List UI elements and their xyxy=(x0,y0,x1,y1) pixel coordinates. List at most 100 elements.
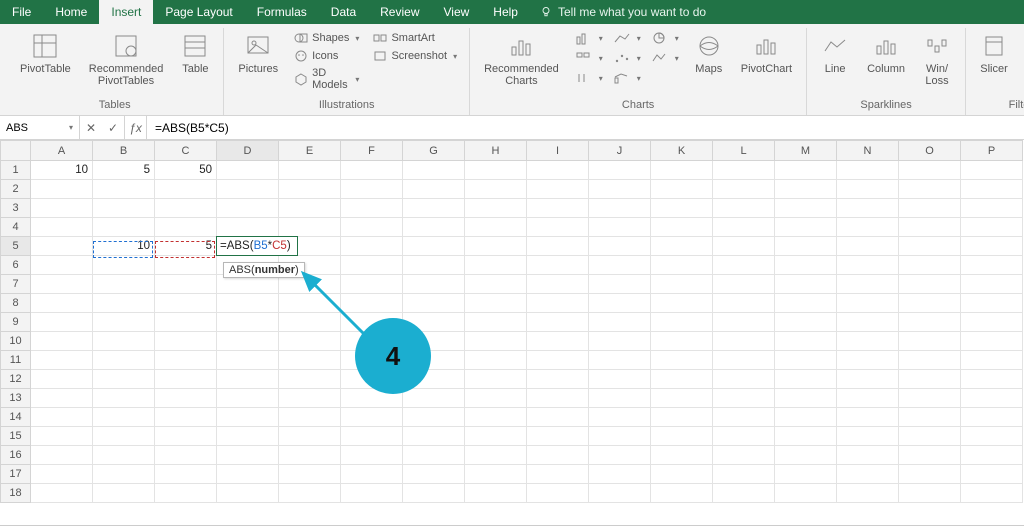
cell-G1[interactable] xyxy=(403,161,465,180)
cell-D12[interactable] xyxy=(217,370,279,389)
cancel-formula-button[interactable]: ✕ xyxy=(80,121,102,135)
cell-P2[interactable] xyxy=(961,180,1023,199)
cell-E1[interactable] xyxy=(279,161,341,180)
cell-C9[interactable] xyxy=(155,313,217,332)
cell-K16[interactable] xyxy=(651,446,713,465)
cell-E15[interactable] xyxy=(279,427,341,446)
cell-D4[interactable] xyxy=(217,218,279,237)
cell-A10[interactable] xyxy=(31,332,93,351)
tab-help[interactable]: Help xyxy=(481,0,530,24)
cell-N8[interactable] xyxy=(837,294,899,313)
cell-O3[interactable] xyxy=(899,199,961,218)
cell-J9[interactable] xyxy=(589,313,651,332)
fx-icon[interactable]: ƒx xyxy=(125,116,147,139)
cell-C14[interactable] xyxy=(155,408,217,427)
cell-A12[interactable] xyxy=(31,370,93,389)
cell-N5[interactable] xyxy=(837,237,899,256)
cell-H7[interactable] xyxy=(465,275,527,294)
tab-view[interactable]: View xyxy=(432,0,482,24)
cell-A13[interactable] xyxy=(31,389,93,408)
cell-H10[interactable] xyxy=(465,332,527,351)
cell-P12[interactable] xyxy=(961,370,1023,389)
tab-page-layout[interactable]: Page Layout xyxy=(153,0,244,24)
cell-K13[interactable] xyxy=(651,389,713,408)
cell-J8[interactable] xyxy=(589,294,651,313)
cell-J5[interactable] xyxy=(589,237,651,256)
col-header-H[interactable]: H xyxy=(465,141,527,161)
cell-B10[interactable] xyxy=(93,332,155,351)
cell-N1[interactable] xyxy=(837,161,899,180)
cell-H4[interactable] xyxy=(465,218,527,237)
cell-F6[interactable] xyxy=(341,256,403,275)
cell-L9[interactable] xyxy=(713,313,775,332)
cell-E18[interactable] xyxy=(279,484,341,503)
cell-N2[interactable] xyxy=(837,180,899,199)
cell-P1[interactable] xyxy=(961,161,1023,180)
cell-K9[interactable] xyxy=(651,313,713,332)
cell-K10[interactable] xyxy=(651,332,713,351)
cell-A9[interactable] xyxy=(31,313,93,332)
recommended-pivottables-button[interactable]: Recommended PivotTables xyxy=(85,30,168,89)
cell-L4[interactable] xyxy=(713,218,775,237)
cell-P17[interactable] xyxy=(961,465,1023,484)
cell-O12[interactable] xyxy=(899,370,961,389)
cell-I3[interactable] xyxy=(527,199,589,218)
cell-C3[interactable] xyxy=(155,199,217,218)
cell-C11[interactable] xyxy=(155,351,217,370)
row-header-9[interactable]: 9 xyxy=(1,313,31,332)
cell-A15[interactable] xyxy=(31,427,93,446)
pictures-button[interactable]: Pictures xyxy=(234,30,282,77)
chart-stock-button[interactable]: ▾ xyxy=(573,70,605,86)
pivottable-button[interactable]: PivotTable xyxy=(16,30,75,77)
cell-B12[interactable] xyxy=(93,370,155,389)
tab-data[interactable]: Data xyxy=(319,0,368,24)
cell-L11[interactable] xyxy=(713,351,775,370)
cell-H14[interactable] xyxy=(465,408,527,427)
cell-A18[interactable] xyxy=(31,484,93,503)
col-header-E[interactable]: E xyxy=(279,141,341,161)
cell-P6[interactable] xyxy=(961,256,1023,275)
cell-C6[interactable] xyxy=(155,256,217,275)
cell-I13[interactable] xyxy=(527,389,589,408)
cell-A1[interactable]: 10 xyxy=(31,161,93,180)
cell-K12[interactable] xyxy=(651,370,713,389)
col-header-L[interactable]: L xyxy=(713,141,775,161)
cell-D9[interactable] xyxy=(217,313,279,332)
cell-K14[interactable] xyxy=(651,408,713,427)
cell-I11[interactable] xyxy=(527,351,589,370)
cell-P13[interactable] xyxy=(961,389,1023,408)
cell-J15[interactable] xyxy=(589,427,651,446)
cell-J10[interactable] xyxy=(589,332,651,351)
cell-B14[interactable] xyxy=(93,408,155,427)
cell-G6[interactable] xyxy=(403,256,465,275)
cell-C10[interactable] xyxy=(155,332,217,351)
cell-I1[interactable] xyxy=(527,161,589,180)
cell-H6[interactable] xyxy=(465,256,527,275)
cell-J16[interactable] xyxy=(589,446,651,465)
cell-N4[interactable] xyxy=(837,218,899,237)
cell-I18[interactable] xyxy=(527,484,589,503)
cell-B11[interactable] xyxy=(93,351,155,370)
cell-C8[interactable] xyxy=(155,294,217,313)
cell-K17[interactable] xyxy=(651,465,713,484)
cell-O11[interactable] xyxy=(899,351,961,370)
cell-L17[interactable] xyxy=(713,465,775,484)
cell-P18[interactable] xyxy=(961,484,1023,503)
cell-G7[interactable] xyxy=(403,275,465,294)
row-header-3[interactable]: 3 xyxy=(1,199,31,218)
cell-M6[interactable] xyxy=(775,256,837,275)
row-header-1[interactable]: 1 xyxy=(1,161,31,180)
col-header-M[interactable]: M xyxy=(775,141,837,161)
cell-J7[interactable] xyxy=(589,275,651,294)
cell-I15[interactable] xyxy=(527,427,589,446)
cell-O5[interactable] xyxy=(899,237,961,256)
cell-O10[interactable] xyxy=(899,332,961,351)
row-header-15[interactable]: 15 xyxy=(1,427,31,446)
cell-L1[interactable] xyxy=(713,161,775,180)
cell-D11[interactable] xyxy=(217,351,279,370)
cell-C15[interactable] xyxy=(155,427,217,446)
cell-H2[interactable] xyxy=(465,180,527,199)
tab-review[interactable]: Review xyxy=(368,0,431,24)
cell-E8[interactable] xyxy=(279,294,341,313)
row-header-13[interactable]: 13 xyxy=(1,389,31,408)
